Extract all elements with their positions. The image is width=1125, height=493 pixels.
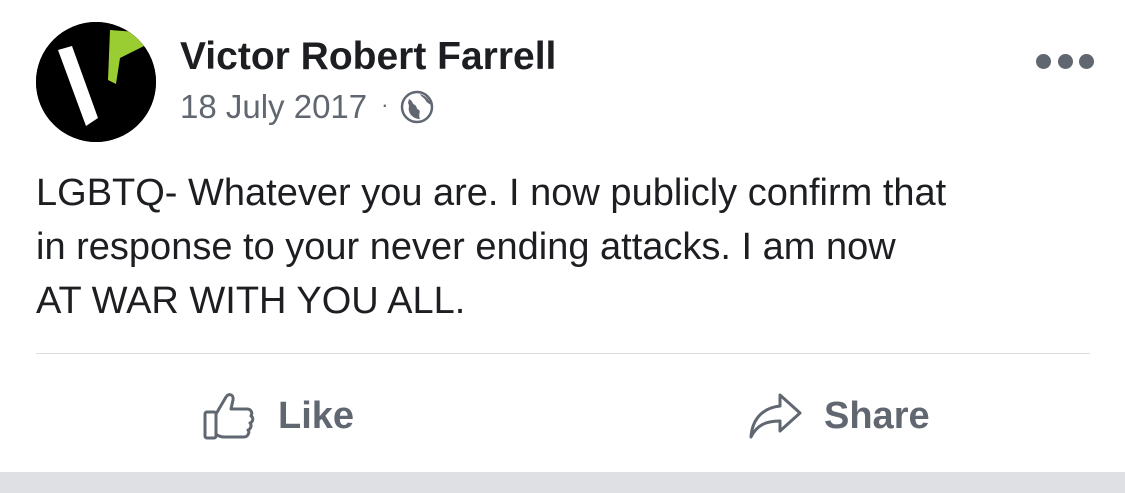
author-avatar[interactable]: [36, 22, 156, 142]
avatar-logo-icon: [36, 22, 156, 142]
more-dot: [1057, 53, 1073, 69]
like-button[interactable]: Like: [200, 384, 354, 448]
action-divider: [36, 353, 1090, 354]
feed-separator-bar: [0, 472, 1125, 493]
share-label: Share: [824, 394, 930, 437]
globe-icon: [400, 90, 434, 124]
post-body-text: LGBTQ- Whatever you are. I now publicly …: [36, 172, 947, 322]
more-options-icon[interactable]: [1036, 50, 1094, 72]
meta-separator: ·: [381, 92, 389, 117]
thumbs-up-icon: [200, 387, 258, 445]
more-dot: [1079, 53, 1094, 69]
more-dot: [1036, 53, 1051, 69]
like-label: Like: [278, 394, 355, 437]
author-name[interactable]: Victor Robert Farrell: [180, 34, 556, 80]
facebook-post: Victor Robert Farrell 18 July 2017 · LGB…: [0, 0, 1125, 472]
post-date[interactable]: 18 July 2017: [180, 88, 367, 126]
share-button[interactable]: Share: [746, 384, 930, 448]
share-arrow-icon: [746, 387, 804, 445]
post-meta: 18 July 2017 ·: [180, 86, 434, 128]
